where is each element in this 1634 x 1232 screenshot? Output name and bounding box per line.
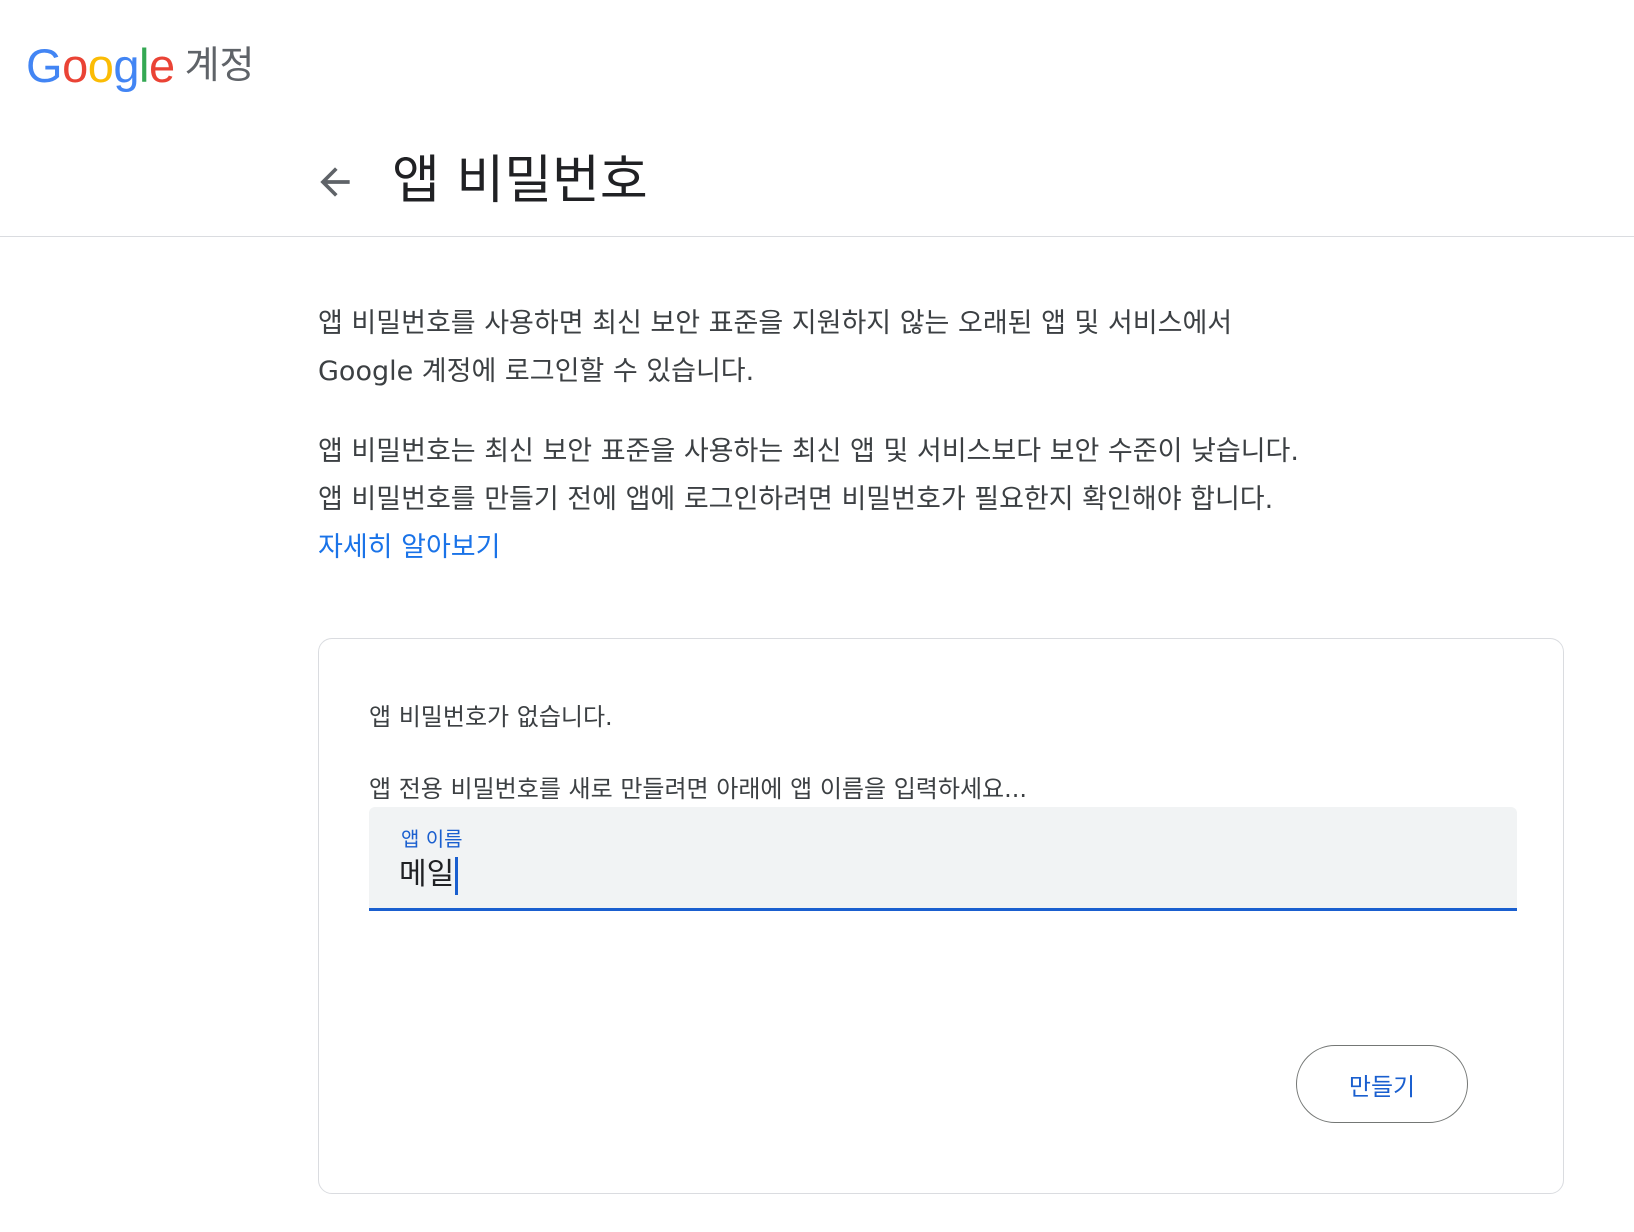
app-name-label: 앱 이름 bbox=[401, 827, 463, 851]
logo-letter-g2: g bbox=[113, 38, 139, 92]
description-line: Google 계정에 로그인할 수 있습니다. bbox=[318, 356, 755, 387]
text-cursor bbox=[455, 857, 458, 895]
logo-letter-o1: o bbox=[62, 38, 88, 92]
app-password-card: 앱 비밀번호가 없습니다. 앱 전용 비밀번호를 새로 만들려면 아래에 앱 이… bbox=[318, 638, 1564, 1194]
logo-letter-e: e bbox=[148, 38, 175, 92]
arrow-back-icon bbox=[320, 167, 350, 197]
page-title: 앱 비밀번호 bbox=[392, 151, 648, 211]
description-intro: 앱 비밀번호를 사용하면 최신 보안 표준을 지원하지 않는 오래된 앱 및 서… bbox=[318, 300, 1458, 396]
app-name-field[interactable]: 앱 이름 bbox=[369, 807, 1517, 911]
logo-letter-g: G bbox=[26, 38, 63, 92]
title-bar: 앱 비밀번호 bbox=[0, 130, 1634, 237]
back-button[interactable] bbox=[313, 160, 357, 204]
app-passwords-page: Google 계정 앱 비밀번호 앱 비밀번호를 사용하면 최신 보안 표준을 … bbox=[0, 0, 1634, 1232]
description-warning: 앱 비밀번호는 최신 보안 표준을 사용하는 최신 앱 및 서비스보다 보안 수… bbox=[318, 428, 1458, 572]
description-line: 앱 비밀번호를 만들기 전에 앱에 로그인하려면 비밀번호가 필요한지 확인해야… bbox=[318, 484, 1274, 515]
product-name: 계정 bbox=[184, 43, 255, 87]
description-line: 앱 비밀번호를 사용하면 최신 보안 표준을 지원하지 않는 오래된 앱 및 서… bbox=[318, 308, 1233, 339]
description-line: 앱 비밀번호는 최신 보안 표준을 사용하는 최신 앱 및 서비스보다 보안 수… bbox=[318, 436, 1299, 467]
google-logo[interactable]: Google bbox=[26, 42, 175, 89]
learn-more-link[interactable]: 자세히 알아보기 bbox=[318, 532, 500, 563]
logo-letter-o2: o bbox=[87, 38, 114, 92]
create-button[interactable]: 만들기 bbox=[1296, 1045, 1468, 1123]
app-name-input[interactable] bbox=[399, 849, 1479, 893]
logo-letter-l: l bbox=[138, 38, 149, 92]
no-app-passwords-text: 앱 비밀번호가 없습니다. bbox=[369, 703, 613, 731]
create-instruction-text: 앱 전용 비밀번호를 새로 만들려면 아래에 앱 이름을 입력하세요... bbox=[369, 775, 1027, 803]
header: Google 계정 bbox=[26, 30, 255, 100]
